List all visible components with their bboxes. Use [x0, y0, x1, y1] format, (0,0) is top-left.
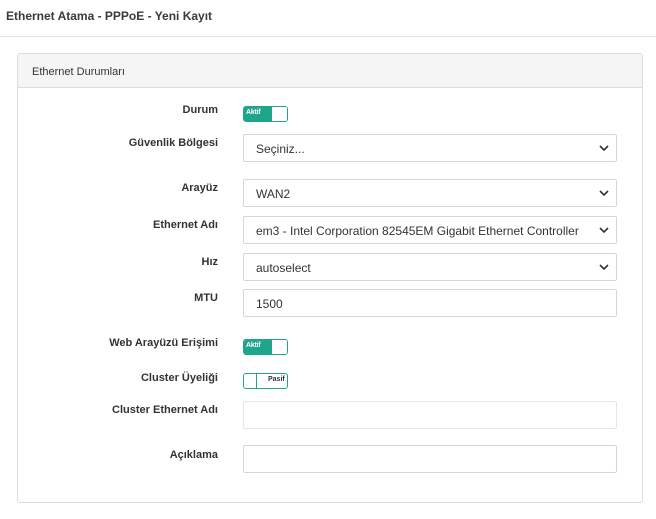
cluster-uyeligi-label: Cluster Üyeliği — [140, 372, 218, 384]
cluster-uyeligi-toggle-state: Pasif — [268, 376, 285, 383]
ethernet-adi-value: em3 - Intel Corporation 82545EM Gigabit … — [256, 224, 579, 238]
guvenlik-bolgesi-label: Güvenlik Bölgesi — [128, 137, 218, 149]
page-title: Ethernet Atama - PPPoE - Yeni Kayıt — [6, 9, 213, 23]
mtu-value: 1500 — [256, 297, 283, 311]
arayuz-label: Arayüz — [181, 182, 218, 194]
arayuz-value: WAN2 — [256, 187, 291, 201]
mtu-input[interactable]: 1500 — [243, 289, 617, 317]
web-arayuzu-toggle-state: Aktif — [246, 342, 261, 349]
cluster-ethernet-adi-input[interactable] — [243, 401, 617, 429]
aciklama-input[interactable] — [243, 445, 617, 473]
ethernet-adi-select[interactable]: em3 - Intel Corporation 82545EM Gigabit … — [243, 216, 617, 244]
durum-label: Durum — [182, 104, 218, 116]
hiz-select[interactable]: autoselect — [243, 253, 617, 281]
title-divider — [0, 36, 656, 37]
guvenlik-bolgesi-select[interactable]: Seçiniz... — [243, 134, 617, 162]
durum-toggle[interactable]: Aktif — [243, 106, 288, 122]
mtu-label: MTU — [194, 292, 218, 304]
cluster-ethernet-adi-label: Cluster Ethernet Adı — [112, 404, 218, 416]
guvenlik-bolgesi-value: Seçiniz... — [256, 142, 305, 156]
aciklama-label: Açıklama — [169, 449, 218, 461]
cluster-uyeligi-toggle[interactable]: Pasif — [243, 373, 288, 389]
ethernet-adi-label: Ethernet Adı — [153, 219, 218, 231]
hiz-label: Hız — [201, 256, 219, 268]
durum-toggle-state: Aktif — [246, 109, 261, 116]
panel-header: Ethernet Durumları — [18, 54, 642, 88]
hiz-value: autoselect — [256, 261, 311, 275]
panel-title: Ethernet Durumları — [32, 66, 125, 78]
chevron-down-icon — [599, 227, 609, 234]
chevron-down-icon — [599, 145, 609, 152]
chevron-down-icon — [599, 264, 609, 271]
arayuz-select[interactable]: WAN2 — [243, 179, 617, 207]
chevron-down-icon — [599, 190, 609, 197]
web-arayuzu-toggle[interactable]: Aktif — [243, 339, 288, 355]
web-arayuzu-label: Web Arayüzü Erişimi — [109, 337, 218, 349]
